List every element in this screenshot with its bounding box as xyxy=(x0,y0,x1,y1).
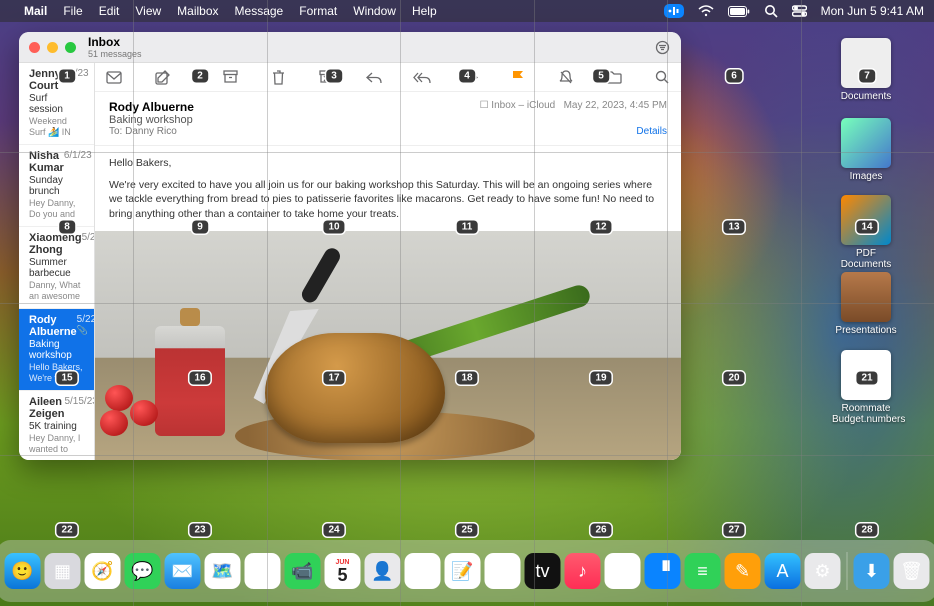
reader-greeting: Hello Bakers, xyxy=(109,156,667,170)
message-count: 51 messages xyxy=(88,49,142,59)
menu-edit[interactable]: Edit xyxy=(99,4,120,18)
control-center-icon[interactable] xyxy=(792,5,807,17)
dock-music[interactable]: ♪ xyxy=(565,553,601,589)
message-row[interactable]: Aileen Zeigen5/15/235K trainingHey Danny… xyxy=(19,391,94,460)
grid-label: 26 xyxy=(590,524,611,537)
reader-mailbox: ☐ Inbox – iCloud xyxy=(480,100,556,111)
move-icon[interactable] xyxy=(605,68,623,86)
desktop-icon-pdf-documents[interactable]: PDF Documents xyxy=(832,195,900,270)
desktop-icon-presentations[interactable]: Presentations xyxy=(832,272,900,336)
forward-icon[interactable] xyxy=(461,68,479,86)
message-list[interactable]: Jenny Court6/3/23Surf sessionWeekend Sur… xyxy=(19,63,95,460)
close-button[interactable] xyxy=(29,42,40,53)
grid-label: 27 xyxy=(723,524,744,537)
filter-icon[interactable] xyxy=(653,38,671,56)
dock-downloads[interactable]: ⬇︎ xyxy=(854,553,890,589)
grid-label: 13 xyxy=(723,221,744,234)
mute-icon[interactable] xyxy=(557,68,575,86)
dock-mail[interactable]: ✉️ xyxy=(165,553,201,589)
junk-icon[interactable] xyxy=(317,68,335,86)
dock-freeform[interactable]: ✏︎ xyxy=(485,553,521,589)
battery-icon[interactable] xyxy=(728,6,750,17)
dock-reminders[interactable]: ☑︎ xyxy=(405,553,441,589)
menu-message[interactable]: Message xyxy=(235,4,284,18)
reader-subject: Baking workshop xyxy=(109,114,667,126)
envelope-icon[interactable] xyxy=(105,68,123,86)
dock-finder[interactable]: 🙂 xyxy=(5,553,41,589)
dock-messages[interactable]: 💬 xyxy=(125,553,161,589)
archive-icon[interactable] xyxy=(221,68,239,86)
grid-label: 24 xyxy=(323,524,344,537)
menu-app[interactable]: Mail xyxy=(24,4,47,18)
menubar-clock[interactable]: Mon Jun 5 9:41 AM xyxy=(821,4,924,18)
grid-label: 20 xyxy=(723,372,744,385)
mail-window: Inbox 51 messages Jenny Court6/3/23Surf … xyxy=(19,32,681,460)
dock-safari[interactable]: 🧭 xyxy=(85,553,121,589)
dock-tv[interactable]: tv xyxy=(525,553,561,589)
compose-icon[interactable] xyxy=(153,68,171,86)
dock-launchpad[interactable]: ▦ xyxy=(45,553,81,589)
desktop-icon-images[interactable]: Images xyxy=(832,118,900,182)
dock-pages[interactable]: ✎ xyxy=(725,553,761,589)
desktop-icon-documents[interactable]: Documents xyxy=(832,38,900,102)
reply-all-icon[interactable] xyxy=(413,68,431,86)
dock-calendar[interactable]: JUN5 xyxy=(325,553,361,589)
message-reader: ☐ Inbox – iCloud May 22, 2023, 4:45 PM R… xyxy=(95,63,681,460)
menu-file[interactable]: File xyxy=(63,4,82,18)
trash-icon[interactable] xyxy=(269,68,287,86)
dock-settings[interactable]: ⚙︎ xyxy=(805,553,841,589)
dock-facetime[interactable]: 📹 xyxy=(285,553,321,589)
dock-appstore[interactable]: A xyxy=(765,553,801,589)
dock-keynote[interactable]: ▝ xyxy=(645,553,681,589)
grid-label: 22 xyxy=(56,524,77,537)
menu-mailbox[interactable]: Mailbox xyxy=(177,4,218,18)
message-row[interactable]: Nisha Kumar6/1/23Sunday brunchHey Danny,… xyxy=(19,145,94,227)
menu-window[interactable]: Window xyxy=(353,4,396,18)
reader-image xyxy=(95,231,681,460)
dock-contacts[interactable]: 👤 xyxy=(365,553,401,589)
grid-label: 6 xyxy=(726,70,742,83)
mail-titlebar: Inbox 51 messages xyxy=(19,32,681,63)
message-row[interactable]: Jenny Court6/3/23Surf sessionWeekend Sur… xyxy=(19,63,94,145)
message-row[interactable]: Xiaomeng Zhong5/29/23Summer barbecueDann… xyxy=(19,227,94,309)
reader-body: We're very excited to have you all join … xyxy=(109,178,667,221)
reader-to: Danny Rico xyxy=(125,126,177,137)
grid-label: 23 xyxy=(189,524,210,537)
flag-icon[interactable] xyxy=(509,68,527,86)
wifi-icon[interactable] xyxy=(698,5,714,17)
grid-label: 28 xyxy=(856,524,877,537)
spotlight-icon[interactable] xyxy=(764,4,778,18)
message-row[interactable]: Rody Albuerne5/22/23 📎Baking workshopHel… xyxy=(19,309,94,391)
menu-view[interactable]: View xyxy=(135,4,161,18)
dock-maps[interactable]: 🗺️ xyxy=(205,553,241,589)
dock-notes[interactable]: 📝 xyxy=(445,553,481,589)
search-icon[interactable] xyxy=(653,68,671,86)
menu-help[interactable]: Help xyxy=(412,4,437,18)
grid-label: 25 xyxy=(456,524,477,537)
dock-photos[interactable]: ❀ xyxy=(245,553,281,589)
zoom-button[interactable] xyxy=(65,42,76,53)
reply-icon[interactable] xyxy=(365,68,383,86)
details-link[interactable]: Details xyxy=(636,126,667,137)
dock: 🙂▦🧭💬✉️🗺️❀📹JUN5👤☑︎📝✏︎tv♪N▝≡✎A⚙︎ ⬇︎🗑 xyxy=(0,540,934,602)
voice-control-icon[interactable] xyxy=(664,4,684,18)
menu-format[interactable]: Format xyxy=(299,4,337,18)
menu-bar: Mail File Edit View Mailbox Message Form… xyxy=(0,0,934,22)
desktop-icon-roommate-budget-numbers[interactable]: Roommate Budget.numbers xyxy=(832,350,900,425)
mailbox-title: Inbox xyxy=(88,35,142,49)
dock-news[interactable]: N xyxy=(605,553,641,589)
reader-datetime: May 22, 2023, 4:45 PM xyxy=(564,100,667,111)
dock-trash[interactable]: 🗑 xyxy=(894,553,930,589)
minimize-button[interactable] xyxy=(47,42,58,53)
dock-numbers[interactable]: ≡ xyxy=(685,553,721,589)
